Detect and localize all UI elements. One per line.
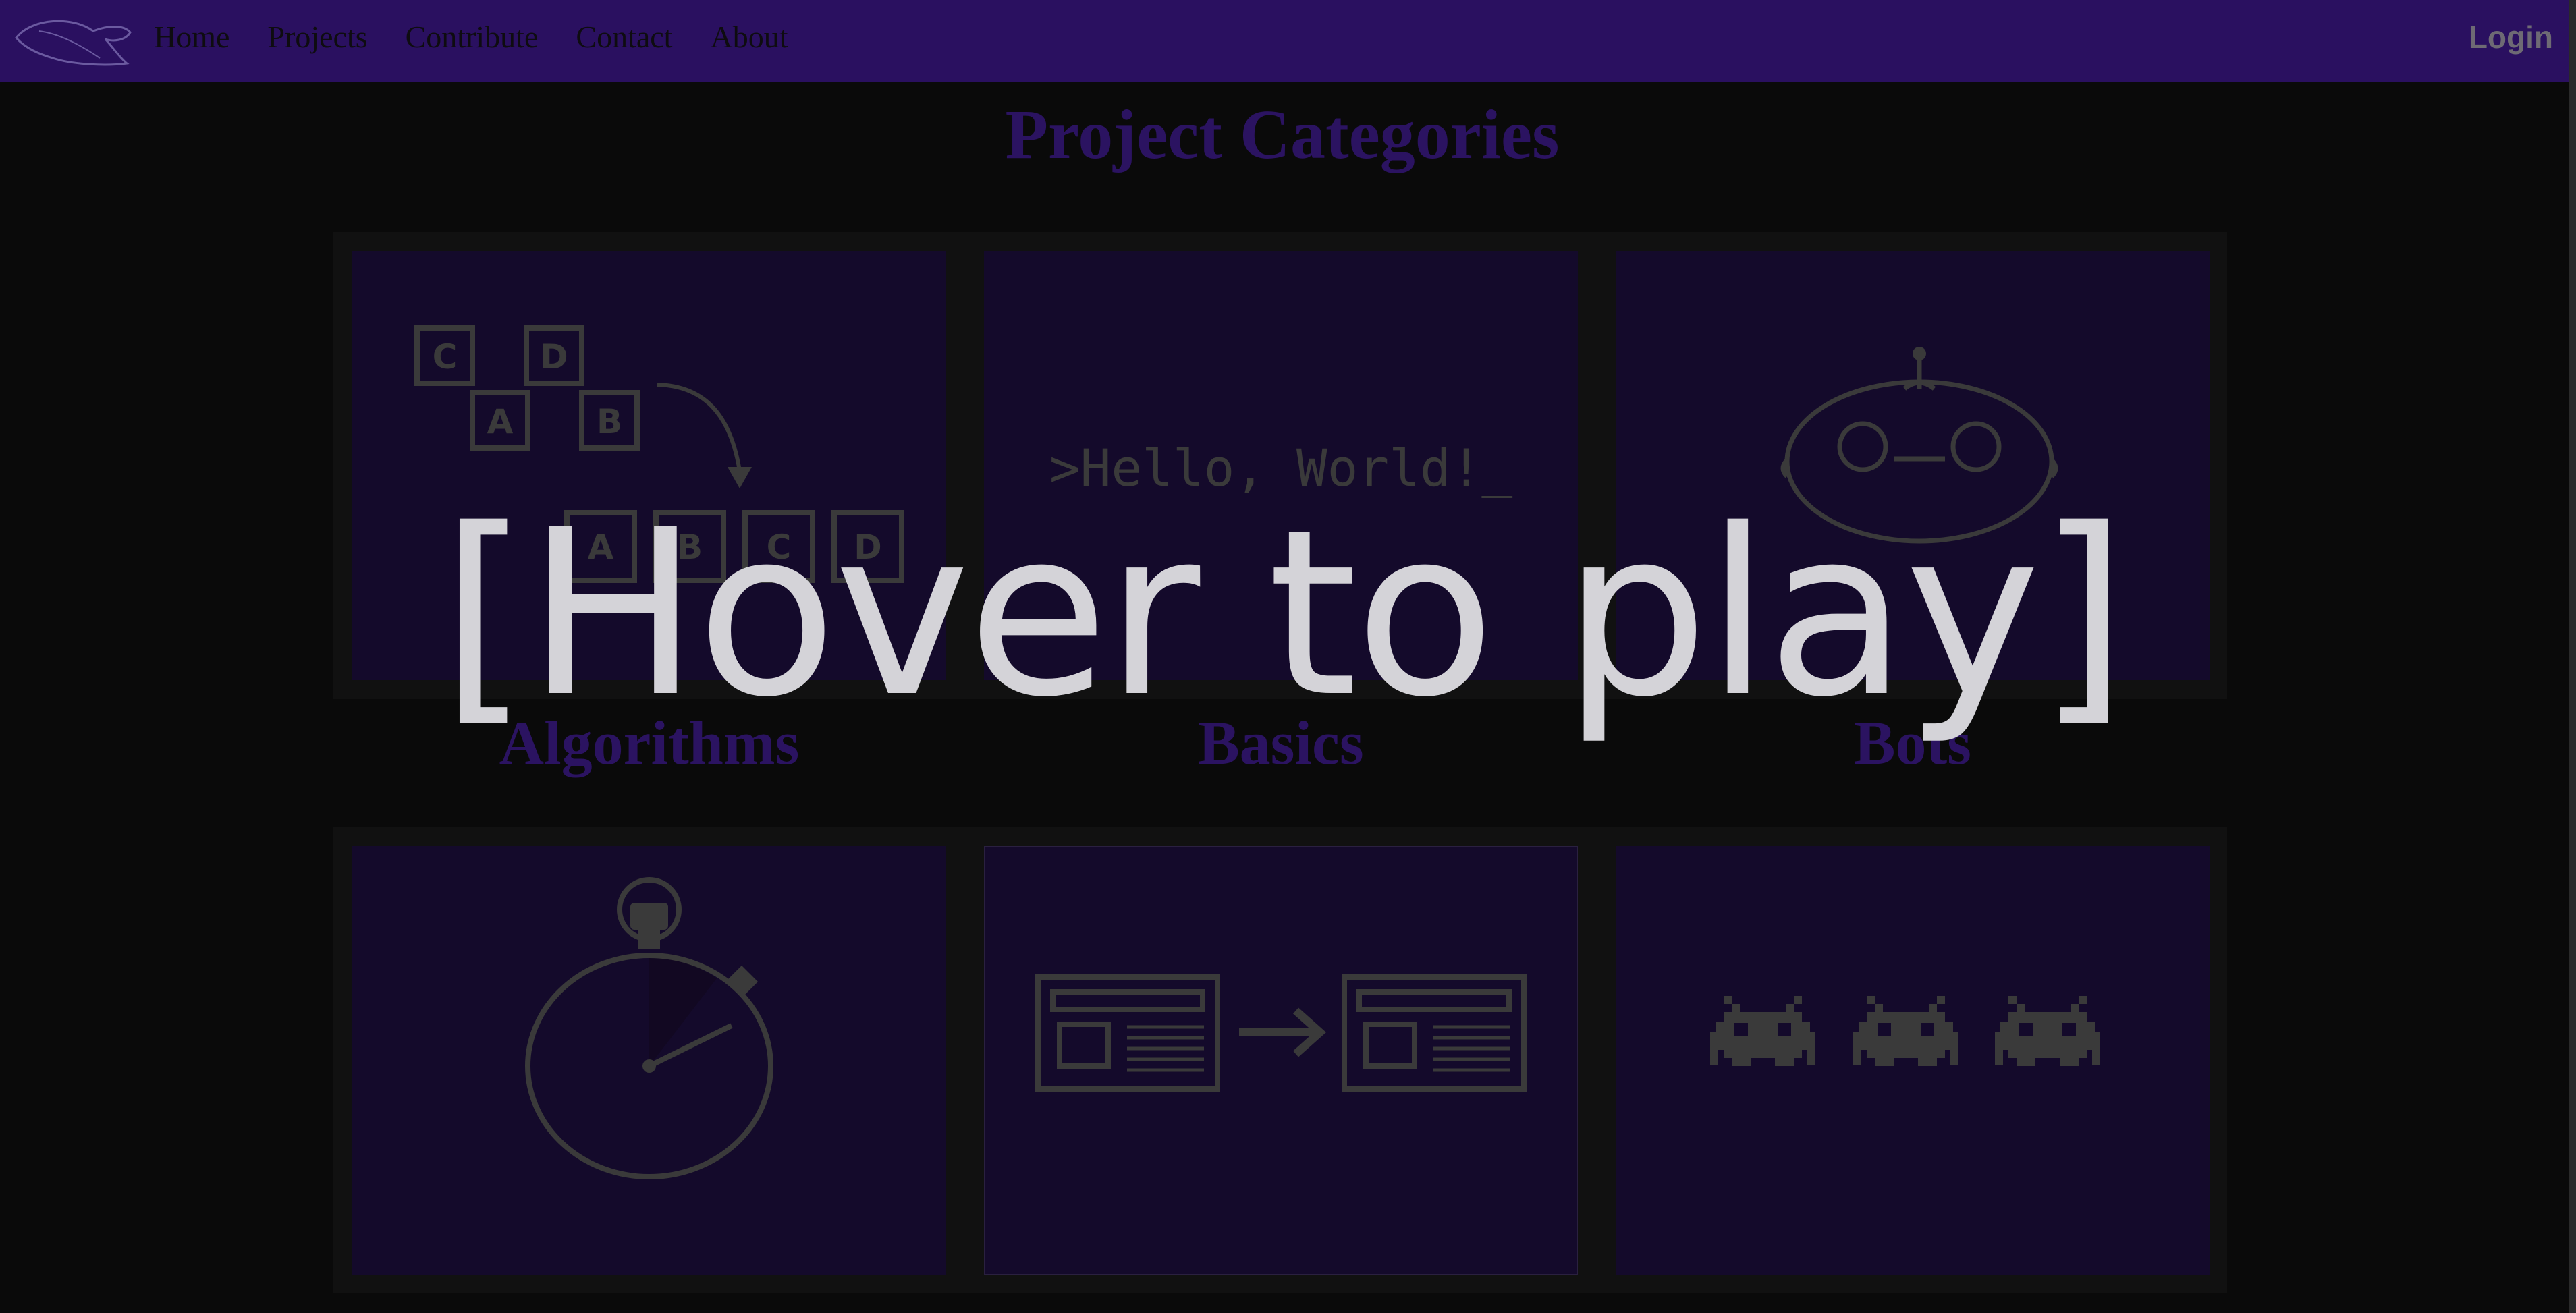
navbar: Home Projects Contribute Contact About L…	[0, 0, 2576, 82]
nav-link-home[interactable]: Home	[154, 19, 229, 55]
nav-link-projects[interactable]: Projects	[267, 19, 367, 55]
space-invaders-icon	[1710, 996, 2100, 1066]
nav-link-about[interactable]: About	[710, 19, 788, 55]
page-title: Project Categories	[1005, 96, 1560, 173]
stopwatch-icon	[525, 877, 773, 1179]
category-row	[333, 827, 2227, 1293]
block-letter: D	[540, 337, 568, 376]
hover-to-play-text[interactable]: [Hover to play]	[0, 499, 2565, 729]
nav-link-contribute[interactable]: Contribute	[406, 19, 539, 55]
block-letter: C	[433, 337, 458, 376]
category-card-games[interactable]	[1616, 846, 2210, 1275]
nav-link-contact[interactable]: Contact	[576, 19, 672, 55]
scrollbar[interactable]	[2569, 0, 2576, 1313]
category-card-stopwatch[interactable]	[352, 846, 946, 1275]
block-letter: B	[597, 402, 622, 441]
rabbit-logo-icon[interactable]	[12, 11, 134, 72]
block-letter: A	[487, 402, 514, 441]
category-card-webpage[interactable]	[984, 846, 1578, 1275]
webpage-transform-icon	[1035, 974, 1527, 1092]
login-button[interactable]: Login	[2469, 19, 2553, 55]
